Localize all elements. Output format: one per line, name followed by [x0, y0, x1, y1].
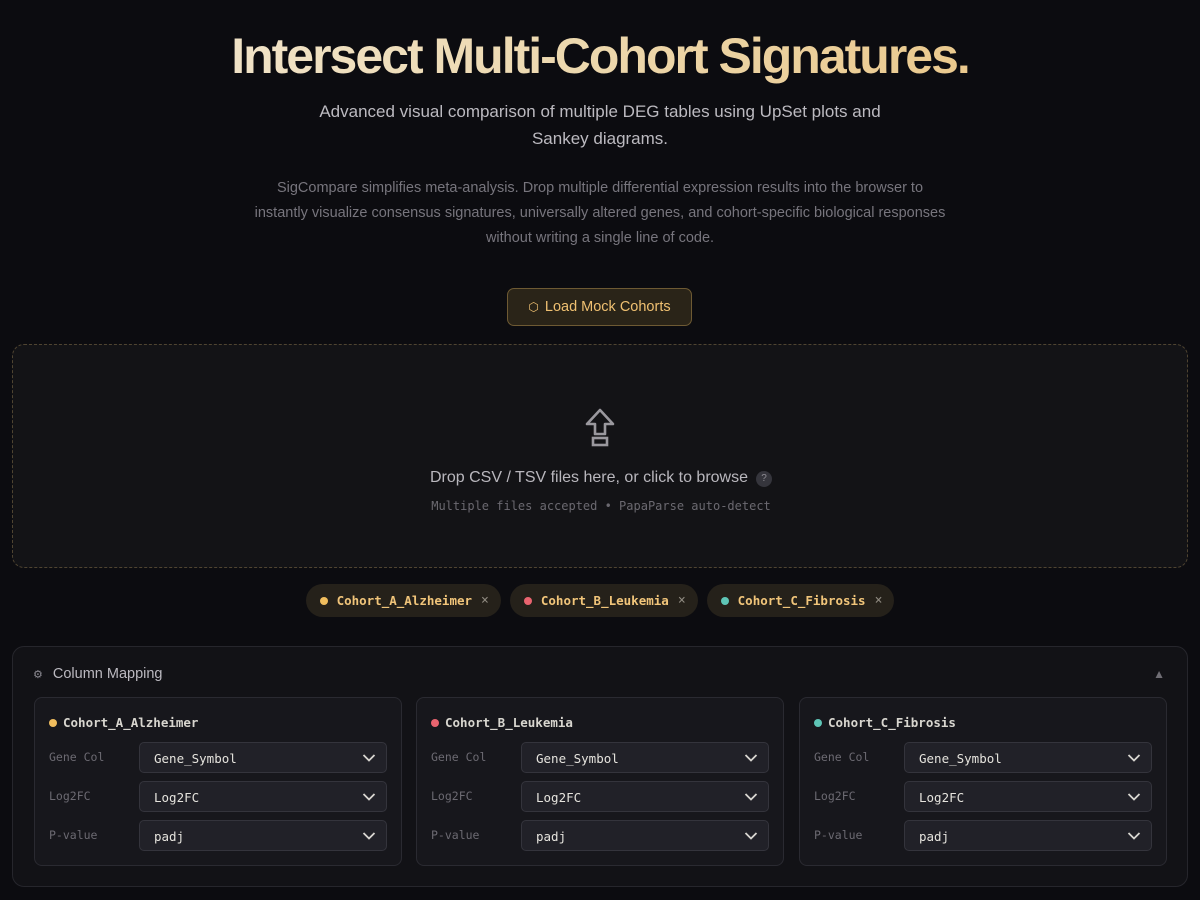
- gene-col-row: Gene Col Gene_Symbol: [431, 742, 769, 773]
- chevron-down-icon: [744, 832, 758, 840]
- mapping-card-name: Cohort_A_Alzheimer: [63, 715, 199, 730]
- gene-col-value: Gene_Symbol: [154, 751, 237, 766]
- cohort-color-dot: [319, 596, 328, 605]
- load-mock-cohorts-label: Load Mock Cohorts: [544, 299, 671, 315]
- cohort-color-dot: [814, 718, 822, 727]
- mapping-card-title: Cohort_C_Fibrosis: [814, 715, 956, 730]
- mapping-card-title: Cohort_B_Leukemia: [431, 715, 573, 730]
- chevron-down-icon: [362, 754, 376, 762]
- cohort-chip-label: Cohort_A_Alzheimer: [336, 593, 473, 608]
- collapse-icon[interactable]: ▲: [1153, 667, 1165, 681]
- remove-cohort-icon[interactable]: ×: [481, 593, 489, 608]
- cohort-chip: Cohort_C_Fibrosis ×: [706, 584, 895, 617]
- column-mapping-panel: ⚙ Column Mapping ▲ Cohort_A_Alzheimer Ge…: [12, 646, 1188, 887]
- pvalue-select[interactable]: padj: [139, 820, 387, 851]
- cohort-color-dot: [49, 718, 57, 727]
- page-description: SigCompare simplifies meta-analysis. Dro…: [254, 180, 946, 246]
- dropzone-label: Drop CSV / TSV files here, or click to b…: [429, 469, 749, 486]
- pvalue-label: P-value: [814, 828, 863, 842]
- hexagon-icon: ⬡: [528, 300, 539, 314]
- help-icon[interactable]: ?: [756, 471, 773, 487]
- cohort-color-dot: [431, 718, 439, 727]
- pvalue-select[interactable]: padj: [521, 820, 769, 851]
- cohort-color-dot: [523, 596, 532, 605]
- log2fc-select[interactable]: Log2FC: [139, 781, 387, 812]
- pvalue-value: padj: [536, 829, 567, 844]
- gene-col-value: Gene_Symbol: [536, 751, 619, 766]
- log2fc-value: Log2FC: [154, 790, 200, 805]
- gene-col-label: Gene Col: [49, 750, 105, 764]
- upload-icon: [585, 408, 615, 447]
- pvalue-label: P-value: [431, 828, 480, 842]
- chevron-down-icon: [1127, 793, 1141, 801]
- log2fc-label: Log2FC: [814, 789, 856, 803]
- pvalue-row: P-value padj: [49, 820, 387, 851]
- chevron-down-icon: [362, 832, 376, 840]
- dropzone-text: Drop CSV / TSV files here, or click to b…: [13, 469, 1189, 487]
- mapping-card-cohort-b: Cohort_B_Leukemia Gene Col Gene_Symbol L…: [416, 697, 784, 866]
- chevron-down-icon: [1127, 754, 1141, 762]
- dropzone-subtext: Multiple files accepted • PapaParse auto…: [431, 499, 771, 513]
- log2fc-row: Log2FC Log2FC: [431, 781, 769, 812]
- pvalue-value: padj: [154, 829, 185, 844]
- gene-col-value: Gene_Symbol: [919, 751, 1002, 766]
- log2fc-select[interactable]: Log2FC: [521, 781, 769, 812]
- cohort-chip: Cohort_B_Leukemia ×: [509, 584, 698, 617]
- pvalue-select[interactable]: padj: [904, 820, 1152, 851]
- log2fc-row: Log2FC Log2FC: [814, 781, 1152, 812]
- mapping-card-title: Cohort_A_Alzheimer: [49, 715, 198, 730]
- pvalue-row: P-value padj: [814, 820, 1152, 851]
- mapping-card-cohort-a: Cohort_A_Alzheimer Gene Col Gene_Symbol …: [34, 697, 402, 866]
- file-dropzone[interactable]: Drop CSV / TSV files here, or click to b…: [12, 344, 1188, 568]
- mapping-card-cohort-c: Cohort_C_Fibrosis Gene Col Gene_Symbol L…: [799, 697, 1167, 866]
- mapping-card-name: Cohort_B_Leukemia: [445, 715, 573, 730]
- mapping-card-name: Cohort_C_Fibrosis: [828, 715, 956, 730]
- gene-col-row: Gene Col Gene_Symbol: [814, 742, 1152, 773]
- page-title: Intersect Multi-Cohort Signatures.: [0, 26, 1200, 86]
- gene-col-select[interactable]: Gene_Symbol: [521, 742, 769, 773]
- remove-cohort-icon[interactable]: ×: [678, 593, 686, 608]
- gear-icon: ⚙: [33, 668, 43, 681]
- cohort-color-dot: [720, 596, 729, 605]
- gene-col-select[interactable]: Gene_Symbol: [139, 742, 387, 773]
- cohort-chip-label: Cohort_C_Fibrosis: [737, 593, 866, 608]
- column-mapping-title: Column Mapping: [52, 666, 163, 682]
- pvalue-label: P-value: [49, 828, 98, 842]
- pvalue-value: padj: [919, 829, 950, 844]
- log2fc-label: Log2FC: [49, 789, 91, 803]
- log2fc-label: Log2FC: [431, 789, 473, 803]
- chevron-down-icon: [362, 793, 376, 801]
- remove-cohort-icon[interactable]: ×: [875, 593, 883, 608]
- log2fc-value: Log2FC: [536, 790, 582, 805]
- log2fc-select[interactable]: Log2FC: [904, 781, 1152, 812]
- log2fc-value: Log2FC: [919, 790, 965, 805]
- cohort-chip-label: Cohort_B_Leukemia: [540, 593, 669, 608]
- chevron-down-icon: [744, 754, 758, 762]
- chevron-down-icon: [744, 793, 758, 801]
- gene-col-label: Gene Col: [814, 750, 870, 764]
- column-mapping-header[interactable]: ⚙ Column Mapping ▲: [33, 663, 1167, 685]
- gene-col-select[interactable]: Gene_Symbol: [904, 742, 1152, 773]
- page-subtitle: Advanced visual comparison of multiple D…: [319, 102, 881, 148]
- gene-col-label: Gene Col: [431, 750, 487, 764]
- chevron-down-icon: [1127, 832, 1141, 840]
- cohort-chip: Cohort_A_Alzheimer ×: [305, 584, 501, 617]
- log2fc-row: Log2FC Log2FC: [49, 781, 387, 812]
- load-mock-cohorts-button[interactable]: ⬡ Load Mock Cohorts: [507, 288, 692, 326]
- pvalue-row: P-value padj: [431, 820, 769, 851]
- cohort-chip-list: Cohort_A_Alzheimer × Cohort_B_Leukemia ×…: [0, 584, 1200, 617]
- gene-col-row: Gene Col Gene_Symbol: [49, 742, 387, 773]
